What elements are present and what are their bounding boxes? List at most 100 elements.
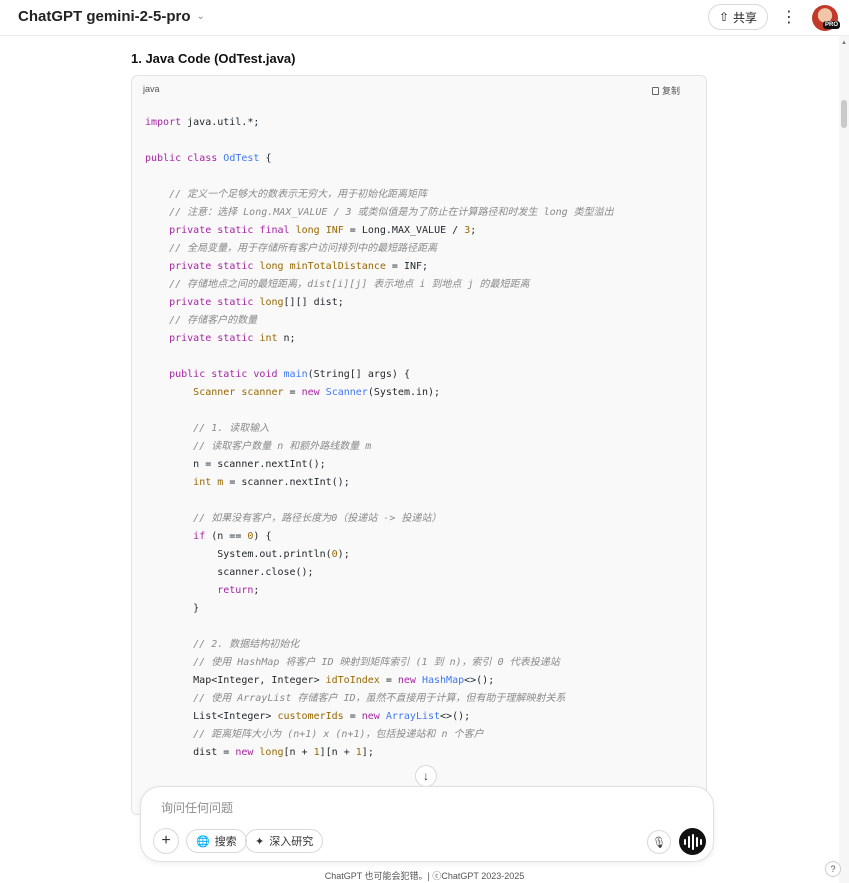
code-line: private static int n; [145,330,614,348]
code-token: minTotalDistance [289,261,386,272]
code-block: java 复制 import java.util.*; public class … [131,75,707,815]
code-token: ) { [253,531,272,542]
code-token: ]; [361,747,374,758]
code-token: = [343,711,362,722]
code-line: // 存储客户的数量 [145,312,614,330]
more-vertical-icon[interactable]: ⋮ [780,6,798,28]
copy-label: 复制 [662,86,681,96]
globe-icon: 🌐 [196,835,210,848]
code-token: [][] dist; [283,297,344,308]
code-token: long [259,261,284,272]
code-line: // 注意：选择 Long.MAX_VALUE / 3 或类似值是为了防止在计算… [145,204,614,222]
chevron-down-icon: ⌄ [196,11,205,22]
code-token: Scanner [325,387,368,398]
voice-waveform-icon[interactable] [679,828,706,855]
code-token: // 如果没有客户，路径长度为0（投递站 -> 投递站） [145,513,442,524]
code-token: // 2. 数据结构初始化 [145,639,300,650]
arrow-down-icon: ↓ [423,769,429,783]
code-line: import java.util.*; [145,114,614,132]
code-line: // 如果没有客户，路径长度为0（投递站 -> 投递站） [145,510,614,528]
scrollbar[interactable] [839,36,849,883]
share-button[interactable]: ⇧ 共享 [708,4,768,30]
code-token: (String[] args) { [307,369,410,380]
scrollbar-thumb[interactable] [841,100,847,128]
prompt-input[interactable]: 询问任何问题 [161,799,233,816]
code-token: main [283,369,308,380]
code-token: void [253,369,278,380]
code-line: if (n == 0) { [145,528,614,546]
code-token: <>(); [440,711,471,722]
code-token: private [169,297,212,308]
code-token: static [217,333,254,344]
code-token: long [295,225,320,236]
code-token: ; [253,585,260,596]
code-token: (System.in); [367,387,441,398]
code-token: } [145,603,200,614]
code-line: private static final long INF = Long.MAX… [145,222,614,240]
code-line: public class OdTest { [145,150,614,168]
search-label: 搜索 [214,836,237,848]
code-token: // 读取客户数量 n 和额外路线数量 m [145,441,372,452]
composer: 询问任何问题 + 🌐 搜索 ✦ 深入研究 🎙 [140,786,714,862]
code-token: public [169,369,206,380]
deep-research-button[interactable]: ✦ 深入研究 [245,829,324,853]
code-token: private [169,261,212,272]
code-line: List<Integer> customerIds = new ArrayLis… [145,708,614,726]
code-token: ArrayList [385,711,441,722]
top-bar: ChatGPT gemini-2-5-pro ⌄ ⇧ 共享 ⋮ PRO [0,0,849,36]
code-token: = Long.MAX_VALUE / [343,225,465,236]
scroll-up-arrow-icon[interactable]: ▲ [840,40,848,46]
code-token: <>(); [464,675,495,686]
code-token: // 1. 读取输入 [145,423,270,434]
copy-code-button[interactable]: 复制 [652,84,680,97]
code-token: List<Integer> [145,711,278,722]
code-token: // 全局变量，用于存储所有客户访问排列中的最短路径距离 [145,243,438,254]
code-line: // 1. 读取输入 [145,420,614,438]
code-token: ][n + [319,747,356,758]
code-token: final [259,225,290,236]
code-line: // 距离矩阵大小为 (n+1) x (n+1)，包括投递站和 n 个客户 [145,726,614,744]
code-token: ; [470,225,477,236]
code-token: [n + [283,747,314,758]
code-token: // 使用 HashMap 将客户 ID 映射到矩阵索引 (1 到 n)，索引 … [145,657,560,668]
code-line: System.out.println(0); [145,546,614,564]
search-button[interactable]: 🌐 搜索 [186,829,247,853]
code-token: // 使用 ArrayList 存储客户 ID，虽然不直接用于计算，但有助于理解… [145,693,566,704]
code-line: scanner.close(); [145,564,614,582]
model-name: ChatGPT gemini-2-5-pro [18,8,191,25]
code-line: } [145,600,614,618]
code-token: private [169,225,212,236]
code-line: int m = scanner.nextInt(); [145,474,614,492]
code-token: Scanner [193,387,236,398]
help-button[interactable]: ? [825,861,841,877]
plus-icon[interactable]: + [153,828,179,854]
code-token: private [169,333,212,344]
code-token: INF [325,225,344,236]
code-token: idToIndex [325,675,380,686]
code-token: = [283,387,302,398]
code-line: public static void main(String[] args) { [145,366,614,384]
model-selector[interactable]: ChatGPT gemini-2-5-pro ⌄ [18,8,205,25]
code-token: int [259,333,278,344]
mic-icon[interactable]: 🎙 [647,830,671,854]
code-line: // 存储地点之间的最短距离，dist[i][j] 表示地点 i 到地点 j 的… [145,276,614,294]
code-token: dist = [145,747,236,758]
code-line: // 全局变量，用于存储所有客户访问排列中的最短路径距离 [145,240,614,258]
code-token: long [259,747,284,758]
code-line: // 读取客户数量 n 和额外路线数量 m [145,438,614,456]
code-token: static [217,261,254,272]
code-token: // 距离矩阵大小为 (n+1) x (n+1)，包括投递站和 n 个客户 [145,729,484,740]
scroll-to-bottom-button[interactable]: ↓ [415,765,437,787]
code-token: import [145,117,182,128]
code-token: return [217,585,254,596]
